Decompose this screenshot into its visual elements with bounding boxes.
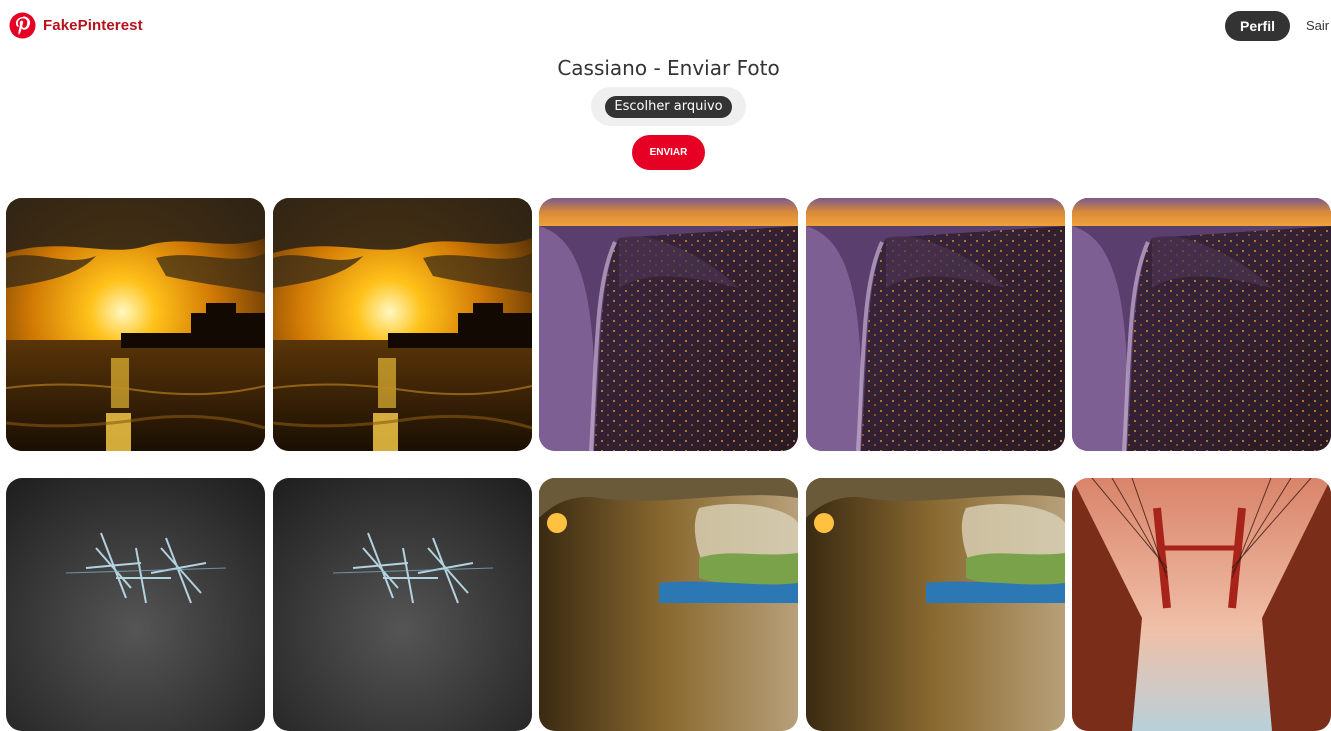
aerial-city-image — [1072, 198, 1331, 451]
aerial-city-image — [539, 198, 798, 451]
photo-card-aerial-coastal-city[interactable] — [1072, 198, 1331, 451]
page-title: Cassiano - Enviar Foto — [557, 56, 780, 80]
photo-card-aerial-coastal-city[interactable] — [539, 198, 798, 451]
photo-card-ice-crystals[interactable] — [6, 478, 265, 731]
choose-file-button[interactable]: Escolher arquivo — [605, 95, 732, 118]
pinterest-logo-icon — [9, 12, 36, 39]
photo-card-aerial-coastal-city[interactable] — [806, 198, 1065, 451]
photo-card-suspension-bridge[interactable] — [1072, 478, 1331, 731]
home-logo-link[interactable]: FakePinterest — [9, 12, 143, 39]
photo-card-ice-crystals[interactable] — [273, 478, 532, 731]
photo-card-sunset-pier[interactable] — [6, 198, 265, 451]
aerial-city-image — [806, 198, 1065, 451]
photo-card-sunset-pier[interactable] — [273, 198, 532, 451]
sair-link[interactable]: Sair — [1306, 18, 1329, 33]
file-input[interactable]: Escolher arquivo — [591, 87, 746, 126]
sunset-pier-image — [273, 198, 532, 451]
ice-crystals-image — [273, 478, 532, 731]
suspension-bridge-image — [1072, 478, 1331, 731]
sea-cave-image — [806, 478, 1065, 731]
sea-cave-image — [539, 478, 798, 731]
submit-button[interactable]: ENVIAR — [632, 135, 705, 170]
photo-card-sea-cave[interactable] — [539, 478, 798, 731]
brand-name: FakePinterest — [43, 17, 143, 34]
photo-card-sea-cave[interactable] — [806, 478, 1065, 731]
perfil-button[interactable]: Perfil — [1225, 11, 1290, 41]
sunset-pier-image — [6, 198, 265, 451]
ice-crystals-image — [6, 478, 265, 731]
top-navbar: FakePinterest Perfil Sair — [0, 0, 1331, 54]
